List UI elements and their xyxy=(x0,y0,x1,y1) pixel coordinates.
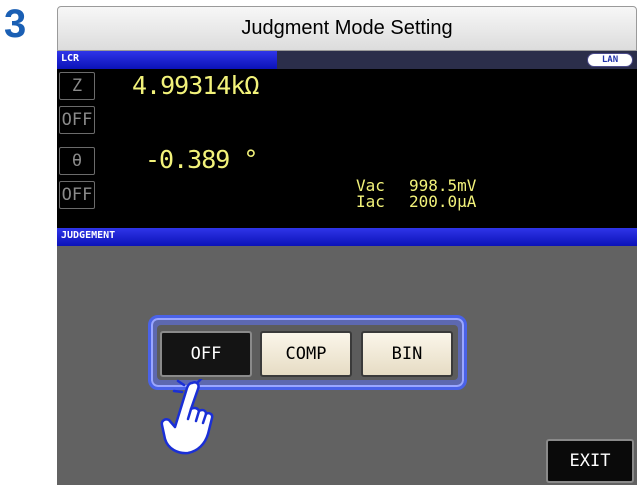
instrument-screen: LCR LAN Z 4.99314kΩ OFF θ -0.389 ° OFF V… xyxy=(57,51,637,485)
title-bar: Judgment Mode Setting xyxy=(57,6,637,51)
judgement-label: JUDGEMENT xyxy=(61,230,116,241)
mode-bin-button[interactable]: BIN xyxy=(361,331,453,377)
param-1-value: 4.99314kΩ xyxy=(132,71,259,100)
exit-button[interactable]: EXIT xyxy=(546,439,634,483)
iac-value: 200.0μA xyxy=(409,192,477,211)
mode-button-tray: OFF COMP BIN xyxy=(157,325,458,380)
step-number: 3 xyxy=(4,2,27,46)
mode-comp-button[interactable]: COMP xyxy=(260,331,352,377)
param-4-button[interactable]: OFF xyxy=(59,181,95,209)
param-3-value: -0.389 ° xyxy=(145,145,258,174)
lcr-header-bar: LCR LAN xyxy=(57,51,637,69)
judgement-header-bar: JUDGEMENT xyxy=(57,228,637,246)
lcr-label: LCR xyxy=(61,53,80,64)
param-2-button[interactable]: OFF xyxy=(59,106,95,134)
page-title: Judgment Mode Setting xyxy=(241,17,453,39)
param-1-button[interactable]: Z xyxy=(59,72,95,100)
judgement-panel: OFF COMP BIN EXIT xyxy=(57,246,637,485)
iac-label: Iac xyxy=(356,192,385,211)
param-3-button[interactable]: θ xyxy=(59,147,95,175)
pointing-hand-icon xyxy=(160,379,214,455)
mode-off-button[interactable]: OFF xyxy=(160,331,252,377)
header-divider xyxy=(277,51,637,69)
lan-badge: LAN xyxy=(587,53,633,67)
